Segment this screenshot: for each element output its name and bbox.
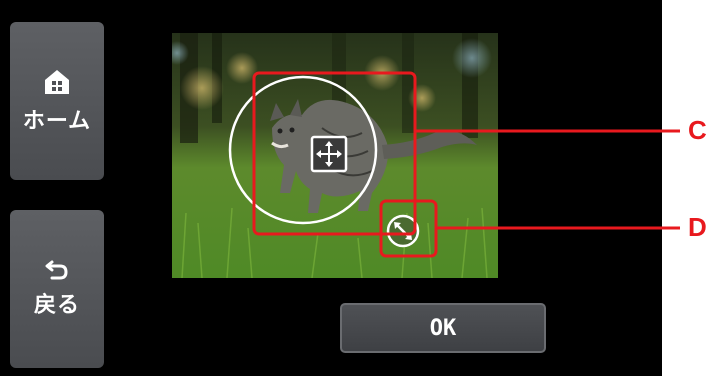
callout-overlay bbox=[252, 71, 680, 258]
callout-label-d: D bbox=[688, 212, 707, 242]
callout-box-d bbox=[379, 199, 438, 258]
callout-box-c bbox=[252, 71, 417, 236]
callout-label-c: C bbox=[688, 115, 707, 145]
